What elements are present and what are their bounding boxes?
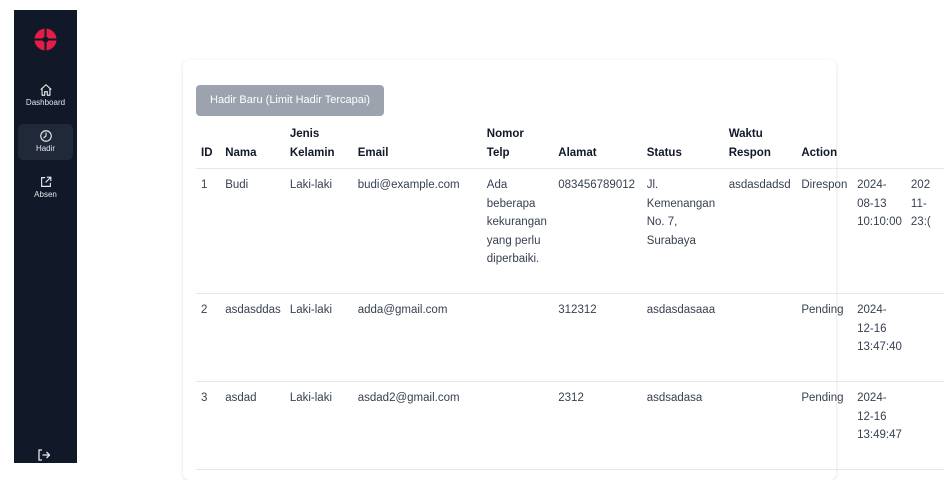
- clock-icon: [39, 130, 52, 142]
- column-header-status: Status: [641, 124, 724, 169]
- column-header-action: Action: [796, 124, 853, 169]
- cell-waktu: 2024- 12-16 13:47:40: [852, 293, 906, 382]
- cell-alamat: asdsadasa: [641, 381, 724, 470]
- cell-waktu-respon: 202 11- 23:(: [905, 168, 944, 294]
- column-header-email: Email: [352, 124, 482, 169]
- table-header-row: ID Nama Jenis Kelamin Email Nomor Telp Ala…: [196, 124, 944, 169]
- cell-waktu-respon: [905, 381, 944, 470]
- cell-jenis-kelamin: Laki-laki: [284, 381, 353, 470]
- cell-nama: asdad: [220, 381, 285, 470]
- sidebar-item-dashboard[interactable]: Dashboard: [18, 78, 73, 114]
- column-header-jenis-kelamin: Jenis Kelamin: [284, 124, 353, 169]
- cell-nomor-telp: 083456789012: [553, 168, 642, 294]
- cell-keterangan: Ada beberapa kekurangan yang perlu diper…: [481, 168, 554, 294]
- cell-status: Direspon: [796, 168, 853, 294]
- cell-catatan: [723, 381, 797, 470]
- column-header-alamat: Alamat: [553, 124, 642, 169]
- column-header-nama: Nama: [220, 124, 285, 169]
- cell-jenis-kelamin: Laki-laki: [284, 168, 353, 294]
- sidebar-item-absen[interactable]: Absen: [18, 170, 73, 206]
- cell-nama: Budi: [220, 168, 285, 294]
- cell-waktu: 2024- 08-13 10:10:00: [852, 168, 906, 294]
- cell-id: 2: [196, 293, 221, 382]
- cell-nomor-telp: 2312: [553, 381, 642, 470]
- column-header-nomor-telp: Nomor Telp: [481, 124, 554, 169]
- sidebar-item-hadir[interactable]: Hadir: [18, 124, 73, 160]
- logo-icon[interactable]: [33, 27, 58, 52]
- cell-keterangan: [481, 293, 554, 382]
- cell-jenis-kelamin: Laki-laki: [284, 293, 353, 382]
- column-header-waktu-respon: Waktu Respon: [723, 124, 797, 169]
- table-row: 3 asdad Laki-laki asdad2@gmail.com 2312 …: [196, 381, 944, 470]
- cell-nomor-telp: 312312: [553, 293, 642, 382]
- sidebar-item-label: Absen: [34, 190, 57, 199]
- cell-status: Pending: [796, 381, 853, 470]
- sidebar-item-label: Hadir: [35, 144, 56, 153]
- cell-nama: asdasddas: [220, 293, 285, 382]
- home-icon: [39, 84, 52, 96]
- cell-email: adda@gmail.com: [352, 293, 482, 382]
- column-header-id: ID: [196, 124, 221, 169]
- cell-catatan: asdasdadsd: [723, 168, 797, 294]
- cell-waktu-respon: [905, 293, 944, 382]
- external-link-icon: [40, 176, 51, 187]
- cell-email: budi@example.com: [352, 168, 482, 294]
- cell-id: 3: [196, 381, 221, 470]
- page-margin: [0, 0, 14, 463]
- cell-email: asdad2@gmail.com: [352, 381, 482, 470]
- new-hadir-button[interactable]: Hadir Baru (Limit Hadir Tercapai): [196, 85, 384, 116]
- sidebar-item-label: Dashboard: [25, 98, 66, 107]
- table-row: 1 Budi Laki-laki budi@example.com Ada be…: [196, 168, 944, 294]
- logout-icon[interactable]: [36, 447, 56, 463]
- hadir-table: ID Nama Jenis Kelamin Email Nomor Telp Ala…: [196, 124, 944, 470]
- cell-waktu: 2024- 12-16 13:49:47: [852, 381, 906, 470]
- cell-alamat: asdasdasaaa: [641, 293, 724, 382]
- column-header-extra-2: [905, 124, 944, 169]
- cell-id: 1: [196, 168, 221, 294]
- cell-alamat: Jl. Kemenangan No. 7, Surabaya: [641, 168, 724, 294]
- cell-catatan: [723, 293, 797, 382]
- sidebar: Dashboard Hadir Absen: [14, 10, 77, 463]
- cell-keterangan: [481, 381, 554, 470]
- cell-status: Pending: [796, 293, 853, 382]
- table-row: 2 asdasddas Laki-laki adda@gmail.com 312…: [196, 293, 944, 382]
- column-header-extra-1: [852, 124, 906, 169]
